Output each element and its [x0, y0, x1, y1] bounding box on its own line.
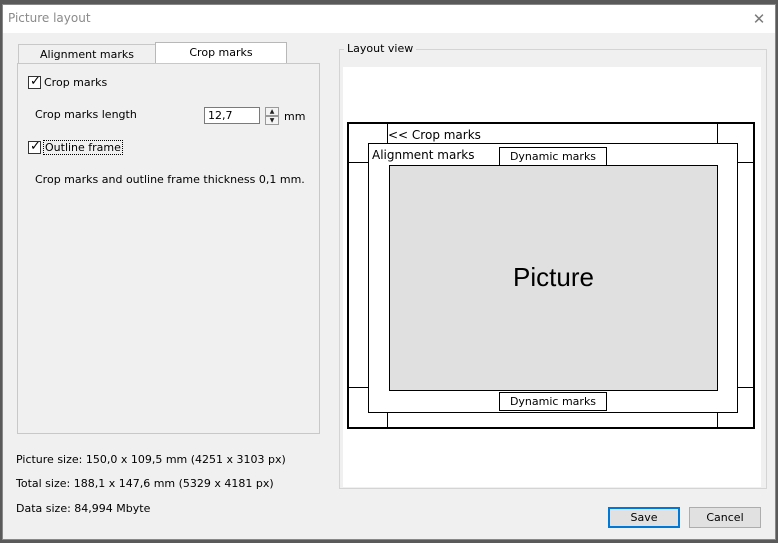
- save-button[interactable]: Save: [608, 507, 680, 528]
- outline-frame-label: Outline frame: [43, 140, 123, 155]
- close-icon[interactable]: ✕: [747, 7, 771, 31]
- picture-label: Picture: [513, 262, 594, 292]
- data-size-text: Data size: 84,994 Mbyte: [16, 502, 151, 515]
- crop-mark-line: [736, 162, 754, 163]
- crop-marks-label: Crop marks: [44, 76, 108, 89]
- crop-marks-caption: << Crop marks: [388, 128, 481, 142]
- cancel-button[interactable]: Cancel: [689, 507, 761, 528]
- tab-label: Crop marks: [189, 46, 253, 59]
- tab-crop-marks[interactable]: Crop marks: [155, 42, 287, 64]
- thickness-note: Crop marks and outline frame thickness 0…: [35, 173, 305, 186]
- picture-size-text: Picture size: 150,0 x 109,5 mm (4251 x 3…: [16, 453, 286, 466]
- tab-alignment-marks[interactable]: Alignment marks: [18, 44, 156, 64]
- check-icon: ✓: [30, 139, 41, 154]
- crop-mark-line: [736, 387, 754, 388]
- layout-view-canvas: << Crop marks Alignment marks Picture Dy…: [343, 67, 761, 487]
- arrow-down-icon[interactable]: ▼: [265, 116, 279, 125]
- outline-frame-checkbox[interactable]: ✓: [28, 139, 41, 154]
- length-value: 12,7: [208, 109, 233, 122]
- crop-marks-length-field[interactable]: 12,7: [204, 107, 260, 124]
- check-icon: ✓: [30, 74, 41, 89]
- title-bar: Picture layout ✕: [3, 5, 775, 33]
- total-size-text: Total size: 188,1 x 147,6 mm (5329 x 418…: [16, 477, 274, 490]
- dynamic-marks-bottom: Dynamic marks: [499, 392, 607, 411]
- crop-mark-line: [717, 123, 718, 143]
- dynamic-marks-label: Dynamic marks: [509, 395, 597, 408]
- dynamic-marks-label: Dynamic marks: [509, 150, 597, 163]
- alignment-marks-caption: Alignment marks: [372, 148, 475, 162]
- crop-mark-line: [348, 387, 368, 388]
- dynamic-marks-top: Dynamic marks: [499, 147, 607, 166]
- crop-marks-length-label: Crop marks length: [35, 108, 137, 121]
- layout-view-legend: Layout view: [344, 42, 417, 55]
- tab-label: Alignment marks: [40, 48, 134, 61]
- arrow-up-icon[interactable]: ▲: [265, 107, 279, 116]
- dialog-window: Picture layout ✕ Alignment marks Crop ma…: [2, 4, 776, 540]
- length-unit: mm: [284, 110, 306, 123]
- window-title: Picture layout: [8, 11, 91, 25]
- save-label: Save: [630, 511, 658, 524]
- crop-mark-line: [348, 162, 368, 163]
- crop-marks-checkbox[interactable]: ✓: [28, 74, 41, 89]
- cancel-label: Cancel: [706, 511, 744, 524]
